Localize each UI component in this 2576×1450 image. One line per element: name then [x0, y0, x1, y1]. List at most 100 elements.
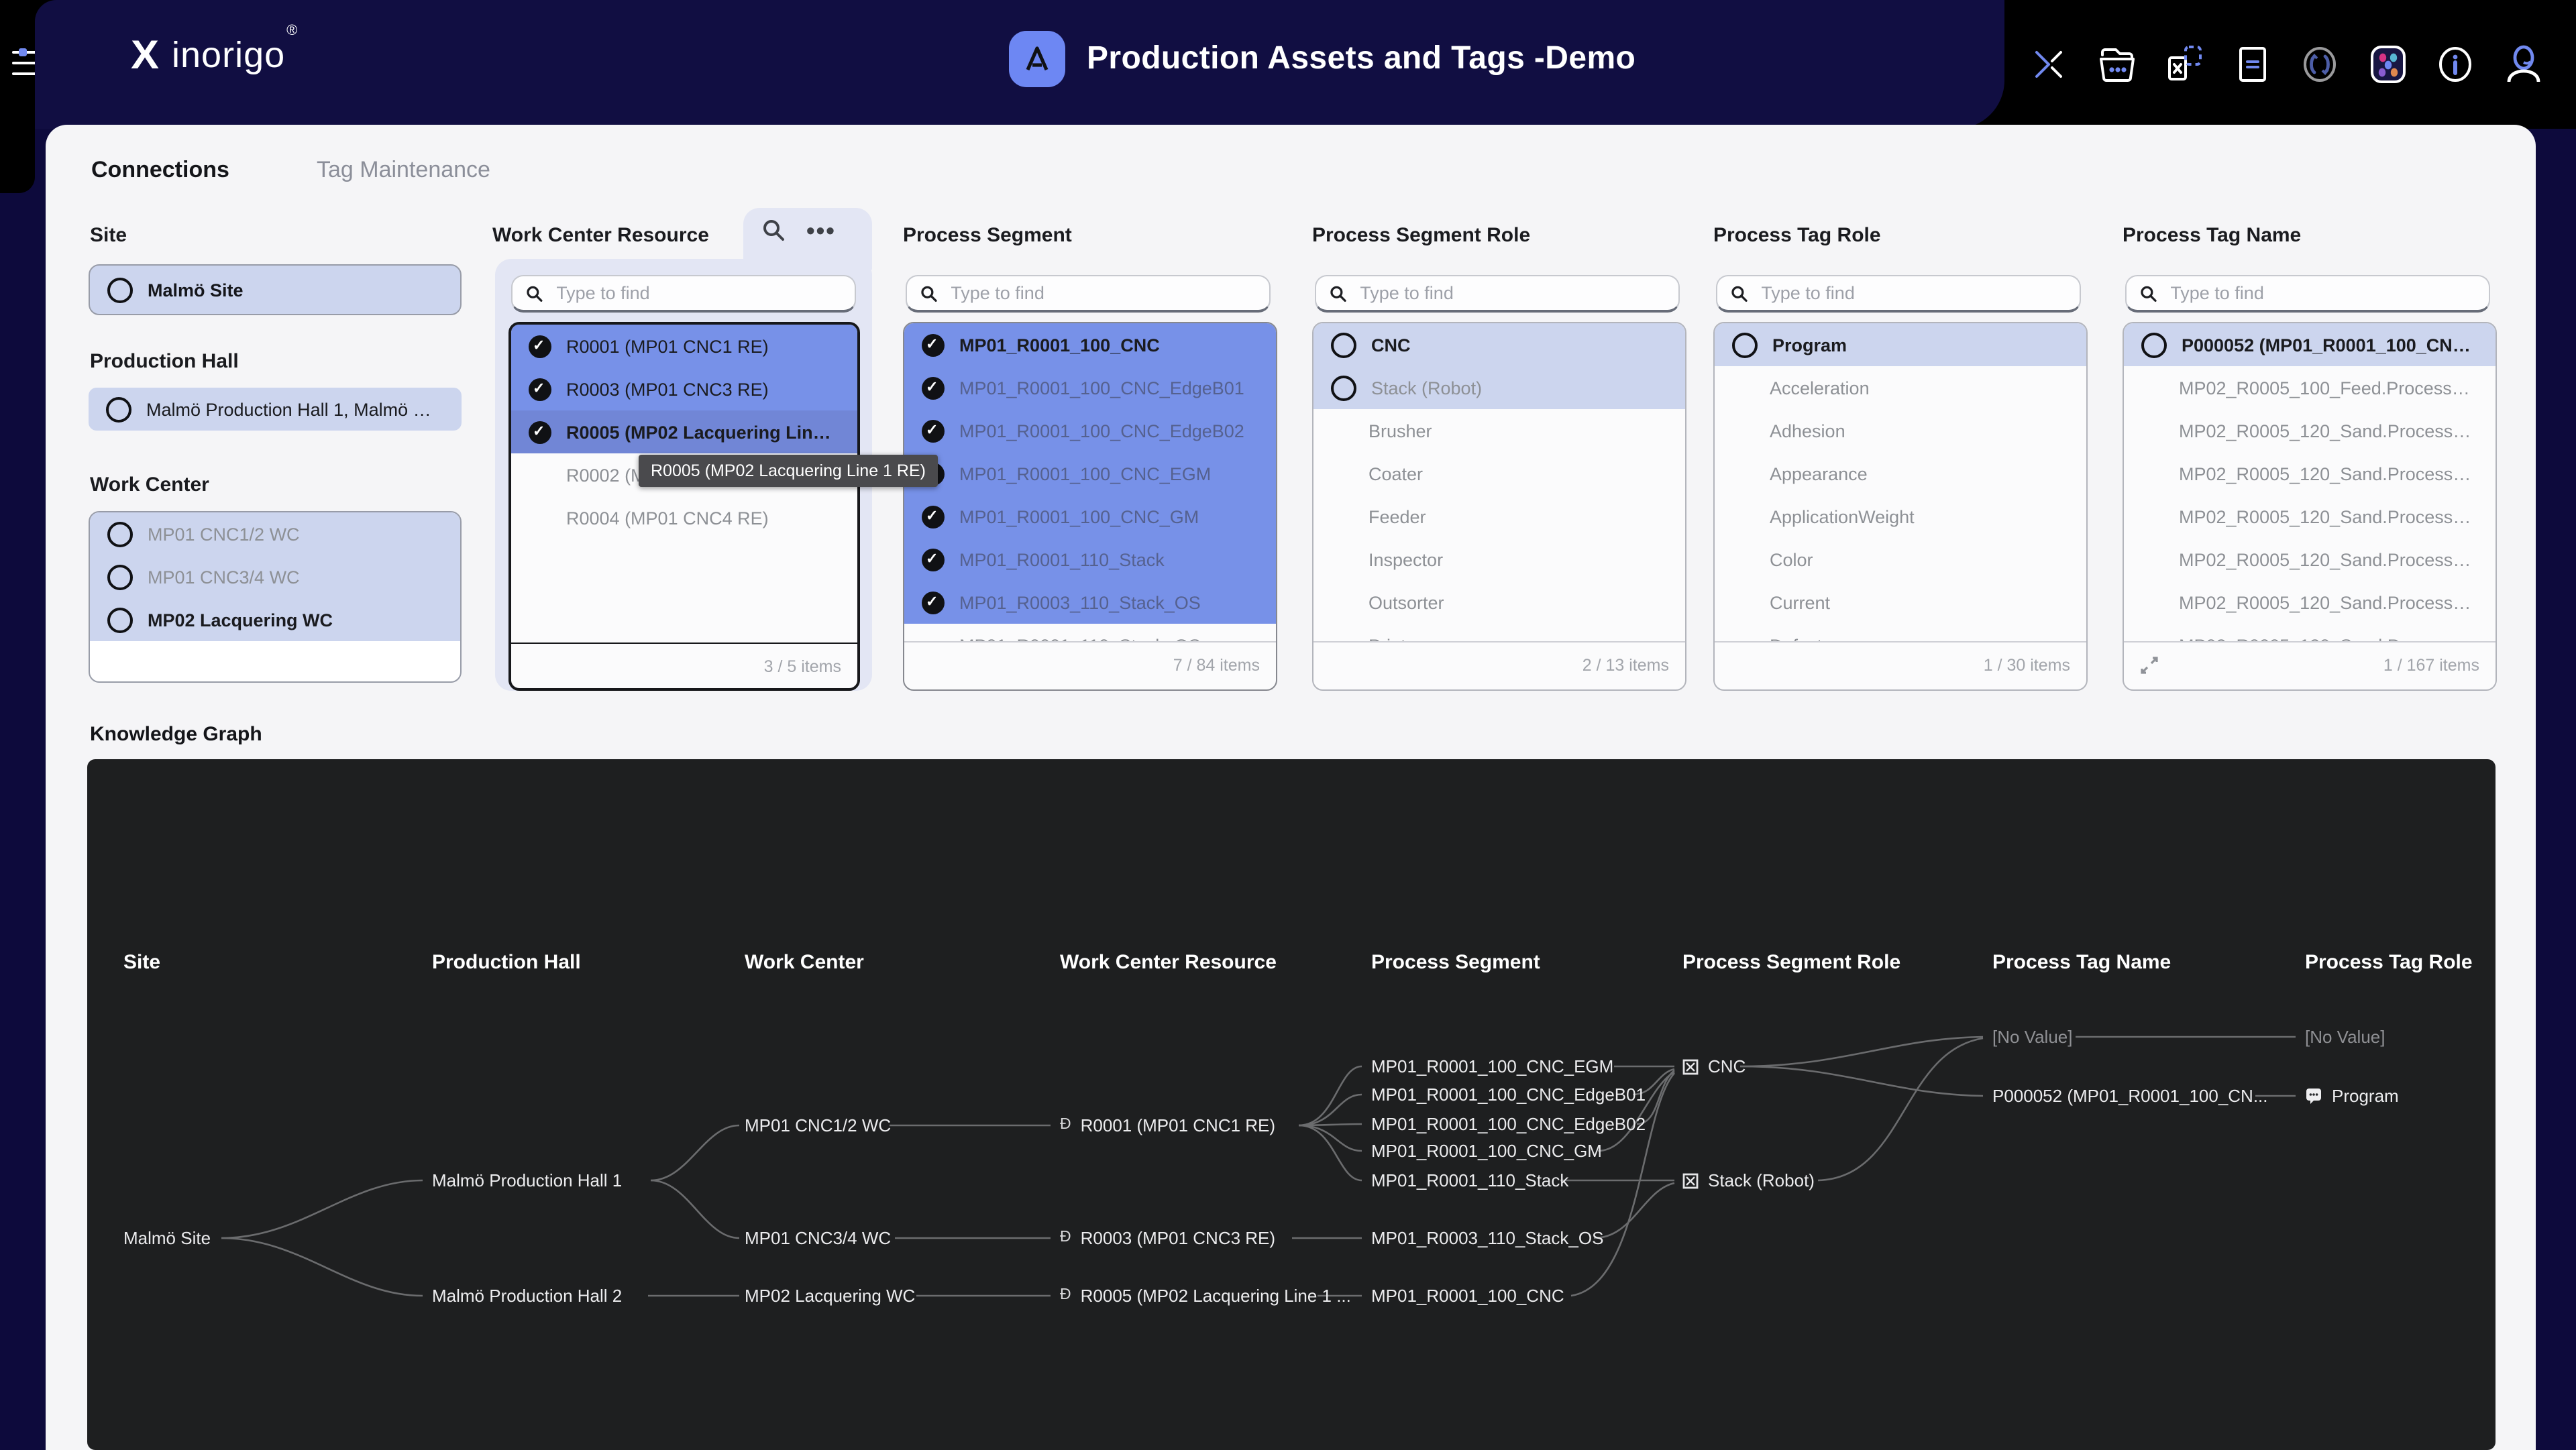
resource-icon	[1060, 1118, 1071, 1133]
list-item[interactable]: MP01 CNC1/2 WC	[90, 512, 460, 555]
list-item[interactable]: MP01_R0001_100_CNC_EGM	[904, 452, 1276, 495]
list-item[interactable]: MP02_R0005_120_Sand.ProcessTags.Mo...	[2124, 452, 2496, 495]
export-icon[interactable]	[2162, 42, 2208, 87]
folder-icon[interactable]	[2094, 42, 2140, 87]
list-item[interactable]: Acceleration	[1715, 366, 2086, 409]
knowledge-graph-label: Knowledge Graph	[90, 723, 262, 746]
radio-icon	[107, 521, 133, 547]
wcr-search-input[interactable]	[553, 282, 841, 304]
list-item[interactable]: MP01_R0003_110_Stack_OS	[904, 581, 1276, 624]
list-item[interactable]: MP01_R0001_100_CNC_EdgeB02	[904, 409, 1276, 452]
graph-col-process-tag-role: Process Tag Role	[2305, 951, 2473, 974]
graph-node[interactable]: MP01_R0001_100_CNC_GM	[1371, 1141, 1602, 1161]
graph-node[interactable]: R0005 (MP02 Lacquering Line 1 ...	[1060, 1286, 1351, 1306]
inorigo-logo[interactable]: X inorigo®	[131, 35, 297, 76]
list-item[interactable]: MP02_R0005_120_Sand.ProcessTags.Uni...	[2124, 624, 2496, 641]
graph-node[interactable]: [No Value]	[2305, 1027, 2385, 1047]
check-icon	[922, 591, 945, 614]
list-item[interactable]: Printer	[1313, 624, 1685, 641]
search-icon[interactable]	[762, 219, 785, 241]
ps-search-input[interactable]	[948, 282, 1256, 304]
psr-search-input[interactable]	[1357, 282, 1665, 304]
role-icon	[1682, 1058, 1699, 1074]
notes-icon[interactable]	[2230, 42, 2275, 87]
radio-icon	[1331, 375, 1356, 400]
search-icon	[2140, 284, 2157, 302]
check-icon	[922, 376, 945, 399]
list-item[interactable]: Color	[1715, 538, 2086, 581]
graph-node[interactable]: MP01_R0001_100_CNC_EdgeB02	[1371, 1114, 1646, 1134]
list-item[interactable]: Coater	[1313, 452, 1685, 495]
graph-node[interactable]: Program	[2305, 1086, 2399, 1106]
user-icon[interactable]	[2500, 42, 2546, 87]
more-menu-icon[interactable]: •••	[806, 223, 836, 237]
list-item[interactable]: Feeder	[1313, 495, 1685, 538]
list-item[interactable]: R0003 (MP01 CNC3 RE)	[511, 368, 857, 410]
production-hall-item[interactable]: Malmö Production Hall 1, Malmö … (2)	[89, 388, 462, 431]
list-item[interactable]: MP01_R0001_110_Stack	[904, 538, 1276, 581]
logo-wordmark: inorigo®	[172, 35, 297, 76]
graph-node[interactable]: CNC	[1682, 1056, 1746, 1076]
list-item[interactable]: MP01_R0001_110_Stack_OS	[904, 624, 1276, 641]
check-icon	[922, 419, 945, 442]
graph-node[interactable]: Malmö Site	[123, 1228, 211, 1248]
list-item[interactable]: Program	[1715, 323, 2086, 366]
graph-node[interactable]: [No Value]	[1992, 1027, 2073, 1047]
expand-icon[interactable]	[2140, 656, 2159, 675]
list-item[interactable]: MP02_R0005_120_Sand.ProcessTags.Mo...	[2124, 409, 2496, 452]
list-item[interactable]: MP02 Lacquering WC	[90, 598, 460, 641]
graph-node[interactable]: Malmö Production Hall 1	[432, 1170, 622, 1190]
tab-connections[interactable]: Connections	[91, 157, 229, 184]
ptr-search-input[interactable]	[1758, 282, 2066, 304]
info-icon[interactable]	[2432, 42, 2478, 87]
close-x-icon[interactable]	[2027, 42, 2072, 87]
list-item[interactable]: MP02_R0005_120_Sand.ProcessTags.State	[2124, 538, 2496, 581]
apps-icon[interactable]	[2365, 42, 2410, 87]
check-icon	[922, 548, 945, 571]
search-icon	[1330, 284, 1346, 302]
graph-node[interactable]: Malmö Production Hall 2	[432, 1286, 622, 1306]
graph-node[interactable]: R0001 (MP01 CNC1 RE)	[1060, 1115, 1275, 1135]
tab-tag-maintenance[interactable]: Tag Maintenance	[317, 157, 490, 184]
list-item[interactable]: MP02_R0005_100_Feed.ProcessTags.Too...	[2124, 366, 2496, 409]
list-item[interactable]: Defects	[1715, 624, 2086, 641]
radio-icon	[107, 564, 133, 590]
search-icon	[1731, 284, 1748, 302]
graph-node[interactable]: MP01 CNC3/4 WC	[745, 1228, 891, 1248]
graph-node[interactable]: MP02 Lacquering WC	[745, 1286, 915, 1306]
graph-node[interactable]: R0003 (MP01 CNC3 RE)	[1060, 1228, 1275, 1248]
list-item[interactable]: Appearance	[1715, 452, 2086, 495]
graph-node[interactable]: Stack (Robot)	[1682, 1170, 1815, 1190]
list-item[interactable]: Stack (Robot)	[1313, 366, 1685, 409]
list-item[interactable]: MP02_R0005_120_Sand.ProcessTags.Uni...	[2124, 581, 2496, 624]
knowledge-graph-panel[interactable]: Site Production Hall Work Center Work Ce…	[87, 759, 2496, 1450]
list-item[interactable]: CNC	[1313, 323, 1685, 366]
graph-node[interactable]: MP01_R0001_100_CNC_EdgeB01	[1371, 1084, 1646, 1105]
list-item[interactable]: R0001 (MP01 CNC1 RE)	[511, 325, 857, 368]
list-item[interactable]: R0004 (MP01 CNC4 RE)	[511, 496, 857, 539]
list-item[interactable]: P000052 (MP01_R0001_100_CNC)_130...	[2124, 323, 2496, 366]
list-item[interactable]: Adhesion	[1715, 409, 2086, 452]
ptn-search-input[interactable]	[2167, 282, 2475, 304]
list-item[interactable]: Brusher	[1313, 409, 1685, 452]
list-item[interactable]: Current	[1715, 581, 2086, 624]
list-item[interactable]: MP01_R0001_100_CNC	[904, 323, 1276, 366]
graph-node[interactable]: MP01_R0003_110_Stack_OS	[1371, 1228, 1603, 1248]
list-item[interactable]: MP01 CNC3/4 WC	[90, 555, 460, 598]
graph-node[interactable]: MP01_R0001_100_CNC_EGM	[1371, 1056, 1613, 1076]
item-count: 1 / 167 items	[2383, 656, 2479, 675]
program-icon	[2305, 1087, 2322, 1105]
list-item[interactable]: Outsorter	[1313, 581, 1685, 624]
list-item[interactable]: R0005 (MP02 Lacquering Line 1 RE)	[511, 410, 857, 453]
graph-node[interactable]: MP01 CNC1/2 WC	[745, 1115, 891, 1135]
list-item[interactable]: Inspector	[1313, 538, 1685, 581]
list-item[interactable]: MP02_R0005_120_Sand.ProcessTags.Sa...	[2124, 495, 2496, 538]
graph-node[interactable]: MP01_R0001_110_Stack	[1371, 1170, 1568, 1190]
graph-node[interactable]: P000052 (MP01_R0001_100_CN...	[1992, 1086, 2268, 1106]
graph-node[interactable]: MP01_R0001_100_CNC	[1371, 1286, 1564, 1306]
list-item[interactable]: ApplicationWeight	[1715, 495, 2086, 538]
list-item[interactable]: MP01_R0001_100_CNC_EdgeB01	[904, 366, 1276, 409]
site-selected-item[interactable]: Malmö Site	[89, 264, 462, 315]
list-item[interactable]: MP01_R0001_100_CNC_GM	[904, 495, 1276, 538]
sync-icon[interactable]	[2297, 42, 2343, 87]
